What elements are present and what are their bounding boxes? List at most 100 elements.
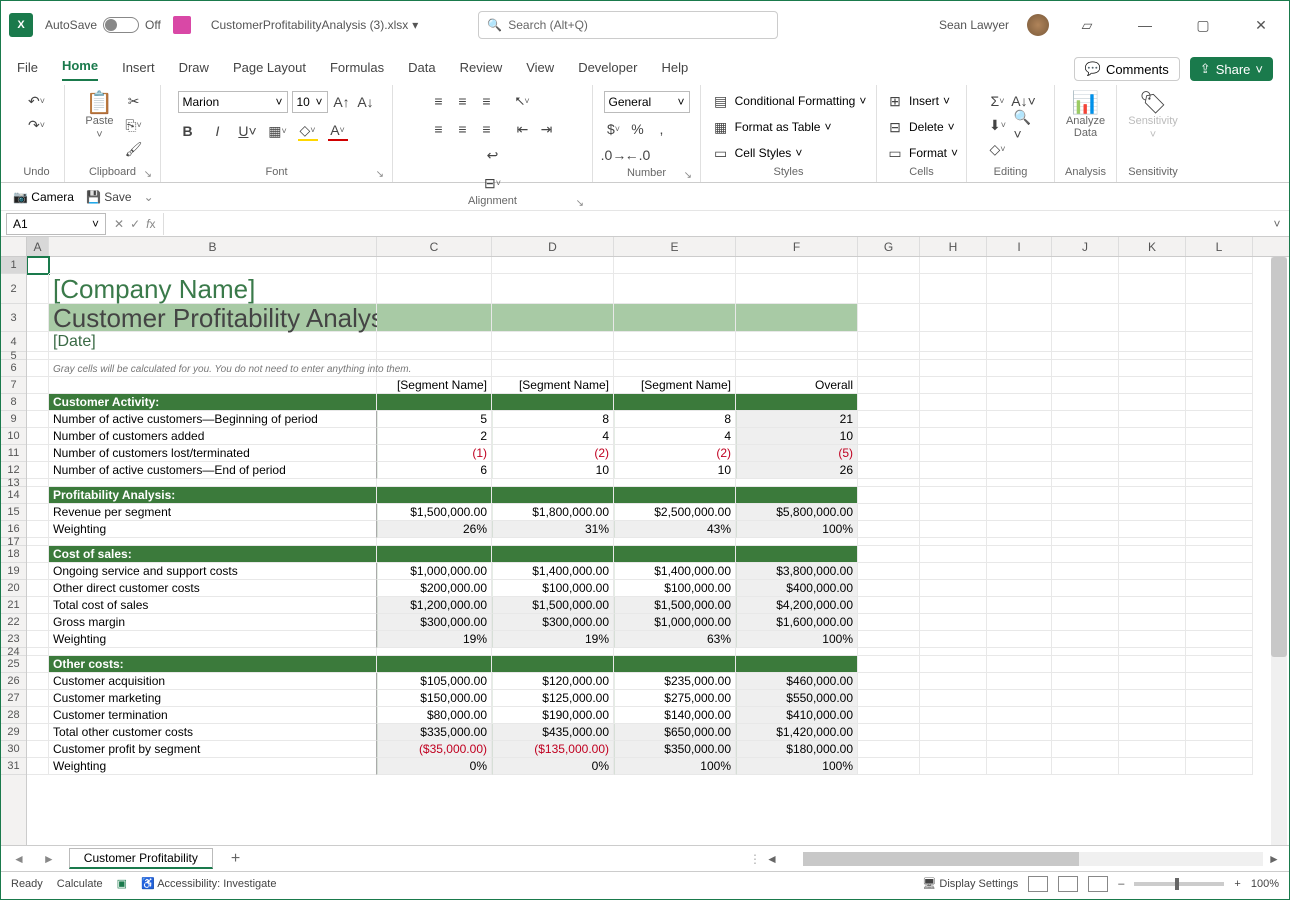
ribbon-mode-icon[interactable]: ▱	[1067, 11, 1107, 39]
accounting-format-button[interactable]: $	[604, 119, 624, 139]
align-middle-button[interactable]: ≡	[453, 91, 473, 111]
qat-overflow-icon[interactable]: ⌄	[144, 190, 154, 204]
font-color-button[interactable]: A	[328, 121, 348, 141]
autosum-button[interactable]: Σ	[988, 91, 1008, 111]
col-H[interactable]: H	[920, 237, 987, 256]
tab-file[interactable]: File	[17, 60, 38, 81]
decrease-indent-button[interactable]: ⇤	[513, 119, 533, 139]
macro-record-icon[interactable]: ▣	[117, 877, 127, 890]
insert-cells-button[interactable]: ⊞Insert ˅	[885, 91, 950, 111]
col-G[interactable]: G	[858, 237, 920, 256]
decrease-decimal-button[interactable]: ←.0	[628, 145, 648, 165]
username[interactable]: Sean Lawyer	[939, 18, 1009, 32]
cancel-formula-icon[interactable]: ✕	[114, 217, 124, 231]
font-size-select[interactable]: 10˅	[292, 91, 328, 113]
align-bottom-button[interactable]: ≡	[477, 91, 497, 111]
sheet-nav-next[interactable]: ►	[39, 852, 59, 866]
page-layout-view-button[interactable]	[1058, 876, 1078, 892]
paste-button[interactable]: 📋 Paste ˅	[81, 91, 117, 143]
search-input[interactable]: 🔍 Search (Alt+Q)	[478, 11, 778, 39]
hscroll-left[interactable]: ◄	[765, 852, 779, 866]
page-break-view-button[interactable]	[1088, 876, 1108, 892]
comments-button[interactable]: 💬 Comments	[1074, 57, 1180, 81]
autosave-toggle[interactable]: AutoSave Off	[45, 17, 161, 33]
vertical-scrollbar[interactable]	[1271, 257, 1287, 845]
col-K[interactable]: K	[1119, 237, 1186, 256]
col-C[interactable]: C	[377, 237, 492, 256]
col-B[interactable]: B	[49, 237, 377, 256]
increase-font-button[interactable]: A↑	[332, 92, 352, 112]
expand-formula-bar-icon[interactable]: ˅	[1265, 217, 1289, 231]
format-as-table-button[interactable]: ▦Format as Table ˅	[711, 117, 832, 137]
tab-home[interactable]: Home	[62, 58, 98, 81]
save-icon[interactable]	[173, 16, 191, 34]
zoom-out-button[interactable]: –	[1118, 878, 1124, 890]
format-cells-button[interactable]: ▭Format ˅	[885, 143, 958, 163]
copy-button[interactable]: ⎘	[124, 115, 144, 135]
add-sheet-button[interactable]: +	[223, 850, 248, 868]
zoom-in-button[interactable]: +	[1234, 878, 1240, 890]
tab-data[interactable]: Data	[408, 60, 435, 81]
accessibility-button[interactable]: ♿ Accessibility: Investigate	[141, 877, 276, 890]
font-name-select[interactable]: Marion˅	[178, 91, 288, 113]
sheet-nav-prev[interactable]: ◄	[9, 852, 29, 866]
redo-button[interactable]: ↷	[27, 115, 47, 135]
bold-button[interactable]: B	[178, 121, 198, 141]
tab-page-layout[interactable]: Page Layout	[233, 60, 306, 81]
align-top-button[interactable]: ≡	[429, 91, 449, 111]
undo-button[interactable]: ↶	[27, 91, 47, 111]
share-button[interactable]: ⇪ Share ˅	[1190, 57, 1273, 81]
col-L[interactable]: L	[1186, 237, 1253, 256]
cell-styles-button[interactable]: ▭Cell Styles ˅	[711, 143, 803, 163]
normal-view-button[interactable]	[1028, 876, 1048, 892]
zoom-slider[interactable]	[1134, 882, 1224, 886]
orientation-button[interactable]: ⭦	[513, 91, 533, 111]
tab-insert[interactable]: Insert	[122, 60, 155, 81]
horizontal-scrollbar[interactable]	[803, 852, 1263, 866]
row-headers[interactable]: 1234567891011121314151617181920212223242…	[1, 237, 27, 845]
name-box[interactable]: A1˅	[6, 213, 106, 235]
minimize-button[interactable]: —	[1125, 11, 1165, 39]
filename[interactable]: CustomerProfitabilityAnalysis (3).xlsx	[211, 18, 408, 32]
tab-draw[interactable]: Draw	[179, 60, 209, 81]
align-center-button[interactable]: ≡	[453, 119, 473, 139]
cut-button[interactable]: ✂	[124, 91, 144, 111]
analyze-data-button[interactable]: 📊 Analyze Data	[1062, 91, 1109, 141]
decrease-font-button[interactable]: A↓	[356, 92, 376, 112]
tab-formulas[interactable]: Formulas	[330, 60, 384, 81]
find-select-button[interactable]: 🔍˅	[1014, 115, 1034, 135]
col-J[interactable]: J	[1052, 237, 1119, 256]
col-E[interactable]: E	[614, 237, 736, 256]
filename-dropdown-icon[interactable]: ▾	[412, 18, 418, 32]
enter-formula-icon[interactable]: ✓	[130, 217, 140, 231]
delete-cells-button[interactable]: ⊟Delete ˅	[885, 117, 955, 137]
tab-developer[interactable]: Developer	[578, 60, 637, 81]
increase-indent-button[interactable]: ⇥	[537, 119, 557, 139]
fill-color-button[interactable]: ◇	[298, 121, 318, 141]
close-button[interactable]: ✕	[1241, 11, 1281, 39]
tab-help[interactable]: Help	[661, 60, 688, 81]
column-headers[interactable]: A B C D E F G H I J K L	[27, 237, 1289, 257]
align-right-button[interactable]: ≡	[477, 119, 497, 139]
col-F[interactable]: F	[736, 237, 858, 256]
col-I[interactable]: I	[987, 237, 1052, 256]
select-all-corner[interactable]	[1, 237, 27, 257]
underline-button[interactable]: U˅	[238, 121, 258, 141]
merge-button[interactable]: ⊟	[483, 173, 503, 193]
maximize-button[interactable]: ▢	[1183, 11, 1223, 39]
percent-button[interactable]: %	[628, 119, 648, 139]
save-button[interactable]: 💾 Save	[86, 190, 132, 204]
align-left-button[interactable]: ≡	[429, 119, 449, 139]
zoom-level[interactable]: 100%	[1251, 878, 1279, 890]
hscroll-right[interactable]: ►	[1267, 852, 1281, 866]
camera-button[interactable]: 📷 Camera	[13, 190, 74, 204]
clear-button[interactable]: ◇	[988, 139, 1008, 159]
sheet-cells[interactable]: [Company Name]Customer Profitability Ana…	[27, 257, 1289, 775]
increase-decimal-button[interactable]: .0→	[604, 145, 624, 165]
number-format-select[interactable]: General˅	[604, 91, 690, 113]
sheet-tab-active[interactable]: Customer Profitability	[69, 848, 213, 869]
italic-button[interactable]: I	[208, 121, 228, 141]
split-handle-icon[interactable]: ⋮	[749, 852, 761, 866]
comma-button[interactable]: ,	[652, 119, 672, 139]
fx-icon[interactable]: fx	[146, 217, 155, 231]
